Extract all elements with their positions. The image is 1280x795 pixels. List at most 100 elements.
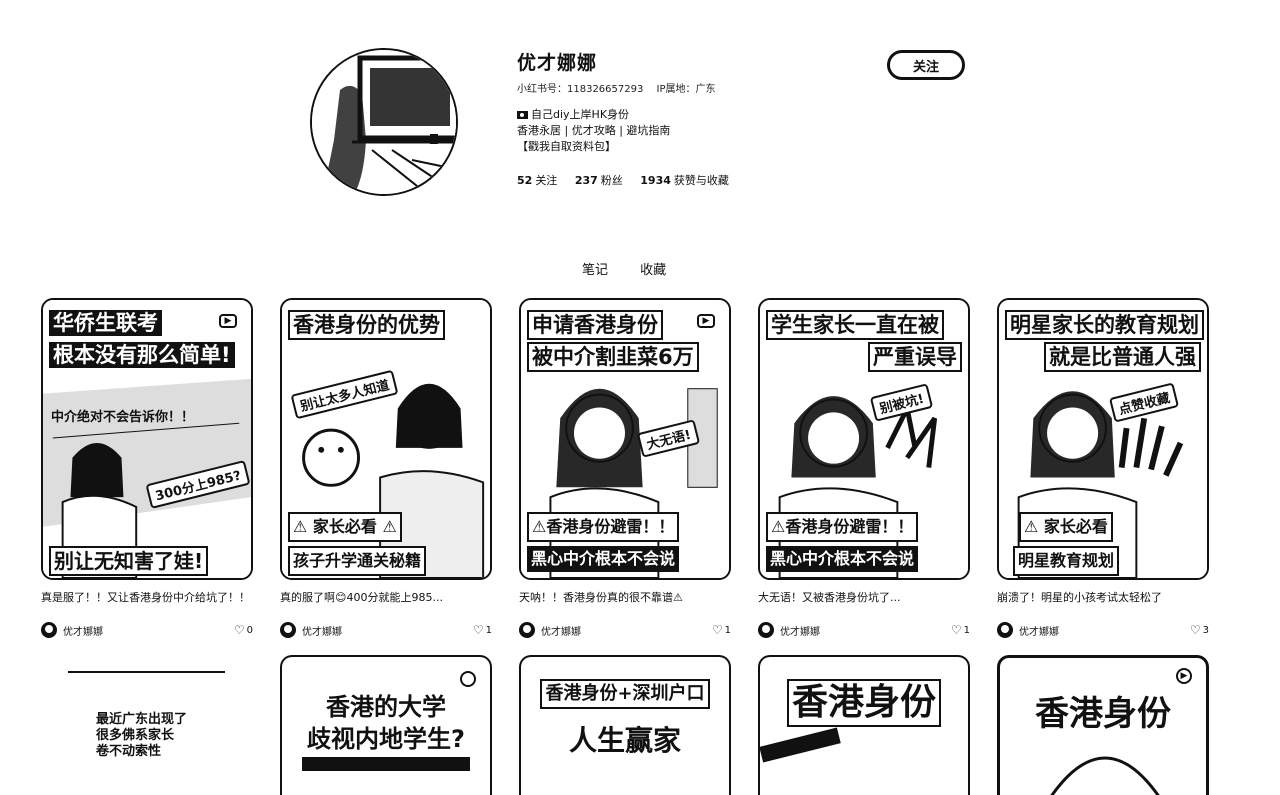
follow-button[interactable]: 关注	[887, 50, 965, 80]
card-divider	[68, 671, 225, 673]
cover-title-1-text: 香港身份的优势	[288, 310, 445, 340]
cover-title-1-text: 明星家长的教育规划	[1005, 310, 1204, 340]
cover-bottom-1-text: ⚠ 家长必看	[1019, 512, 1113, 542]
cover-bottom-2: 明星教育规划	[1013, 546, 1201, 576]
video-icon: ▶	[219, 314, 237, 328]
like-button[interactable]: ♡ 1	[473, 623, 492, 637]
cover-title-1-text: 申请香港身份	[527, 310, 663, 340]
stat-fans-label: 粉丝	[600, 174, 623, 187]
cover-title-2: 歧视内地学生?	[307, 725, 465, 753]
note-card[interactable]: 明星家长的教育规划 就是比普通人强 点赞收藏 ⚠ 家长必看 明星教育规划 崩溃了…	[997, 298, 1209, 638]
note-cover[interactable]: 明星家长的教育规划 就是比普通人强 点赞收藏 ⚠ 家长必看 明星教育规划	[997, 298, 1209, 580]
heart-icon: ♡	[950, 623, 962, 637]
like-button[interactable]: ♡ 3	[1190, 623, 1209, 637]
tab-collections[interactable]: 收藏	[640, 263, 666, 278]
note-footer: 优才娜娜 ♡ 0	[41, 622, 253, 638]
cover-title-1-text: 华侨生联考	[49, 310, 162, 336]
note-cover[interactable]: 香港身份的优势 别让太多人知道 ⚠ 家长必看 ⚠ 孩子升学通关秘籍	[280, 298, 492, 580]
note-author[interactable]: 优才娜娜	[519, 622, 581, 638]
like-count: 1	[485, 624, 492, 636]
cover-bottom-1: ⚠ 家长必看 ⚠	[288, 512, 484, 542]
promo-line: 最近广东出现了	[96, 712, 188, 727]
video-icon: ▶	[697, 314, 715, 328]
note-cover[interactable]: 香港的大学 歧视内地学生?	[280, 655, 492, 795]
bio-line-3[interactable]: 【戳我自取资料包】	[517, 139, 670, 155]
cover-title-2-text: 就是比普通人强	[1044, 342, 1201, 372]
note-cover[interactable]: 申请香港身份 被中介割韭菜6万 ▶ 大无语! ⚠香港身份避雷！！ 黑心中介根本不…	[519, 298, 731, 580]
note-cover[interactable]: 学生家长一直在被 严重误导 别被坑! ⚠香港身份避雷！！ 黑心中介根本不会说	[758, 298, 970, 580]
like-count: 1	[963, 624, 970, 636]
note-title[interactable]: 崩溃了！明星的小孩考试太轻松了	[997, 590, 1209, 620]
stat-likes[interactable]: 1934 获赞与收藏	[640, 174, 729, 187]
author-name: 优才娜娜	[302, 626, 342, 638]
note-card[interactable]: 香港身份的优势 别让太多人知道 ⚠ 家长必看 ⚠ 孩子升学通关秘籍 真的服了啊😊…	[280, 298, 492, 638]
note-cover[interactable]: 香港身份	[758, 655, 970, 795]
stat-following-label: 关注	[535, 174, 558, 187]
note-author[interactable]: 优才娜娜	[41, 622, 103, 638]
note-title[interactable]: 大无语！又被香港身份坑了...	[758, 590, 970, 620]
stat-fans[interactable]: 237 粉丝	[575, 174, 623, 187]
cover-subtitle: 中介绝对不会告诉你！！	[51, 410, 195, 425]
cover-ribbon	[760, 727, 841, 763]
note-footer: 优才娜娜 ♡ 1	[280, 622, 492, 638]
flag-icon	[517, 111, 528, 119]
note-card[interactable]: 申请香港身份 被中介割韭菜6万 ▶ 大无语! ⚠香港身份避雷！！ 黑心中介根本不…	[519, 298, 731, 638]
like-button[interactable]: ♡ 1	[712, 623, 731, 637]
cover-bottom-2: 黑心中介根本不会说	[527, 546, 723, 572]
author-avatar	[280, 622, 296, 638]
stat-likes-count: 1934	[640, 174, 671, 187]
note-card[interactable]: 华侨生联考 根本没有那么简单! 中介绝对不会告诉你！！ 300分上985? ▶ …	[41, 298, 253, 638]
author-avatar	[997, 622, 1013, 638]
cover-bottom-2-text: 黑心中介根本不会说	[766, 546, 919, 572]
stat-fans-count: 237	[574, 174, 598, 187]
cover-title-1-text: 香港身份+深圳户口	[540, 679, 710, 709]
bio-line-1-text: 自己diy上岸HK身份	[531, 108, 630, 121]
note-author[interactable]: 优才娜娜	[280, 622, 342, 638]
note-author[interactable]: 优才娜娜	[758, 622, 820, 638]
profile-meta: 小红书号：118326657293 IP属地：广东	[517, 80, 726, 95]
note-cover[interactable]: 香港身份+深圳户口 人生赢家	[519, 655, 731, 795]
tab-notes[interactable]: 笔记	[582, 263, 608, 278]
heart-icon: ♡	[711, 623, 723, 637]
heart-icon: ♡	[233, 623, 245, 637]
note-author[interactable]: 优才娜娜	[997, 622, 1059, 638]
video-icon	[460, 671, 476, 687]
cover-title-1: 香港身份+深圳户口	[521, 679, 729, 709]
promo-line: 卷不动索性	[96, 744, 162, 759]
profile-tabs: 笔记 收藏	[582, 259, 694, 278]
cover-bottom-2: 别让无知害了娃!	[49, 546, 245, 576]
note-card[interactable]: 学生家长一直在被 严重误导 别被坑! ⚠香港身份避雷！！ 黑心中介根本不会说 大…	[758, 298, 970, 638]
cover-title-1: 学生家长一直在被	[766, 310, 962, 340]
bio-line-1: 自己diy上岸HK身份	[517, 107, 670, 123]
promo-text[interactable]: 最近广东出现了 很多佛系家长 卷不动索性	[96, 712, 187, 760]
profile-avatar[interactable]	[310, 48, 458, 196]
cover-title-1: 香港身份的优势	[288, 310, 484, 340]
note-title[interactable]: 真的服了啊😊400分就能上985...	[280, 590, 492, 620]
stat-following-count: 52	[517, 174, 533, 187]
cover-title-2-text: 严重误导	[868, 342, 962, 372]
cover-bottom-2: 黑心中介根本不会说	[766, 546, 962, 572]
note-cover[interactable]: 华侨生联考 根本没有那么简单! 中介绝对不会告诉你！！ 300分上985? ▶ …	[41, 298, 253, 580]
author-avatar	[519, 622, 535, 638]
note-title[interactable]: 真是服了！！又让香港身份中介给坑了！！	[41, 590, 253, 620]
note-title[interactable]: 天呐！！香港身份真的很不靠谱⚠	[519, 590, 731, 620]
stat-likes-label: 获赞与收藏	[673, 174, 729, 187]
cover-title-2: 被中介割韭菜6万	[527, 342, 723, 372]
cover-bottom-1-text: ⚠香港身份避雷！！	[766, 512, 919, 542]
cover-bottom-1: ⚠香港身份避雷！！	[527, 512, 723, 542]
profile-id: 小红书号：118326657293	[517, 84, 644, 95]
like-button[interactable]: ♡ 0	[234, 623, 253, 637]
author-avatar	[41, 622, 57, 638]
author-name: 优才娜娜	[780, 626, 820, 638]
cover-bottom-2-text: 明星教育规划	[1013, 546, 1120, 576]
note-cover[interactable]: ▶ 香港身份	[997, 655, 1209, 795]
cover-title-1: 申请香港身份	[527, 310, 723, 340]
cover-banner	[302, 757, 470, 771]
author-avatar	[758, 622, 774, 638]
cover-title-2-text: 根本没有那么简单!	[49, 342, 235, 368]
cover-title-2: 根本没有那么简单!	[49, 342, 245, 368]
note-footer: 优才娜娜 ♡ 3	[997, 622, 1209, 638]
author-name: 优才娜娜	[541, 626, 581, 638]
stat-following[interactable]: 52 关注	[517, 174, 557, 187]
like-button[interactable]: ♡ 1	[951, 623, 970, 637]
